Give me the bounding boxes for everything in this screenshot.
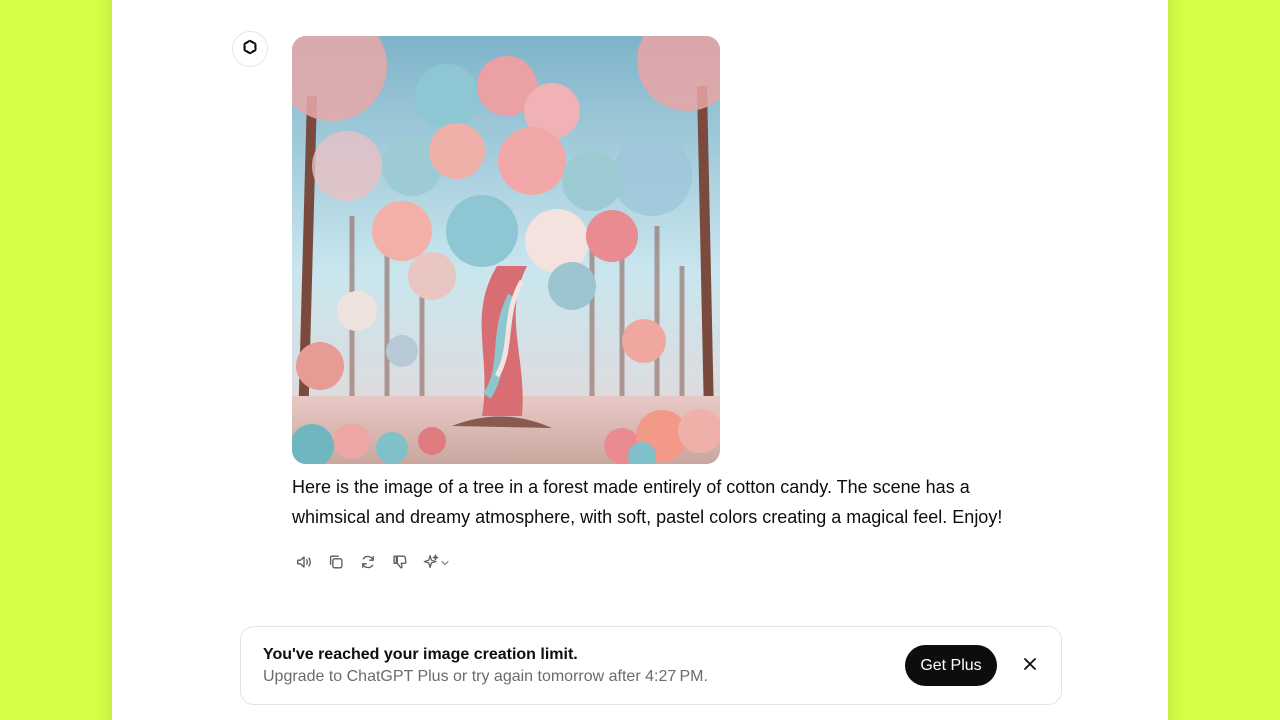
openai-logo-icon (240, 37, 260, 62)
regenerate-icon (359, 553, 377, 576)
regenerate-button[interactable] (356, 552, 380, 576)
banner-title: You've reached your image creation limit… (263, 646, 578, 663)
banner-close-button[interactable] (1019, 655, 1041, 677)
assistant-avatar (232, 31, 268, 67)
message-actions (292, 552, 452, 576)
thumbs-down-button[interactable] (388, 552, 412, 576)
chevron-down-icon (440, 555, 450, 573)
read-aloud-button[interactable] (292, 552, 316, 576)
close-icon (1023, 657, 1037, 676)
thumbs-down-icon (391, 553, 409, 576)
sparkle-model-icon (422, 553, 440, 576)
assistant-message: Here is the image of a tree in a forest … (292, 477, 1003, 527)
copy-icon (327, 553, 345, 576)
model-switch-button[interactable] (420, 552, 452, 576)
get-plus-button[interactable]: Get Plus (905, 645, 997, 686)
read-aloud-icon (295, 553, 313, 576)
banner-subtitle: Upgrade to ChatGPT Plus or try again tom… (263, 668, 708, 685)
copy-button[interactable] (324, 552, 348, 576)
generated-image[interactable] (292, 36, 720, 464)
image-limit-banner: You've reached your image creation limit… (240, 626, 1062, 705)
